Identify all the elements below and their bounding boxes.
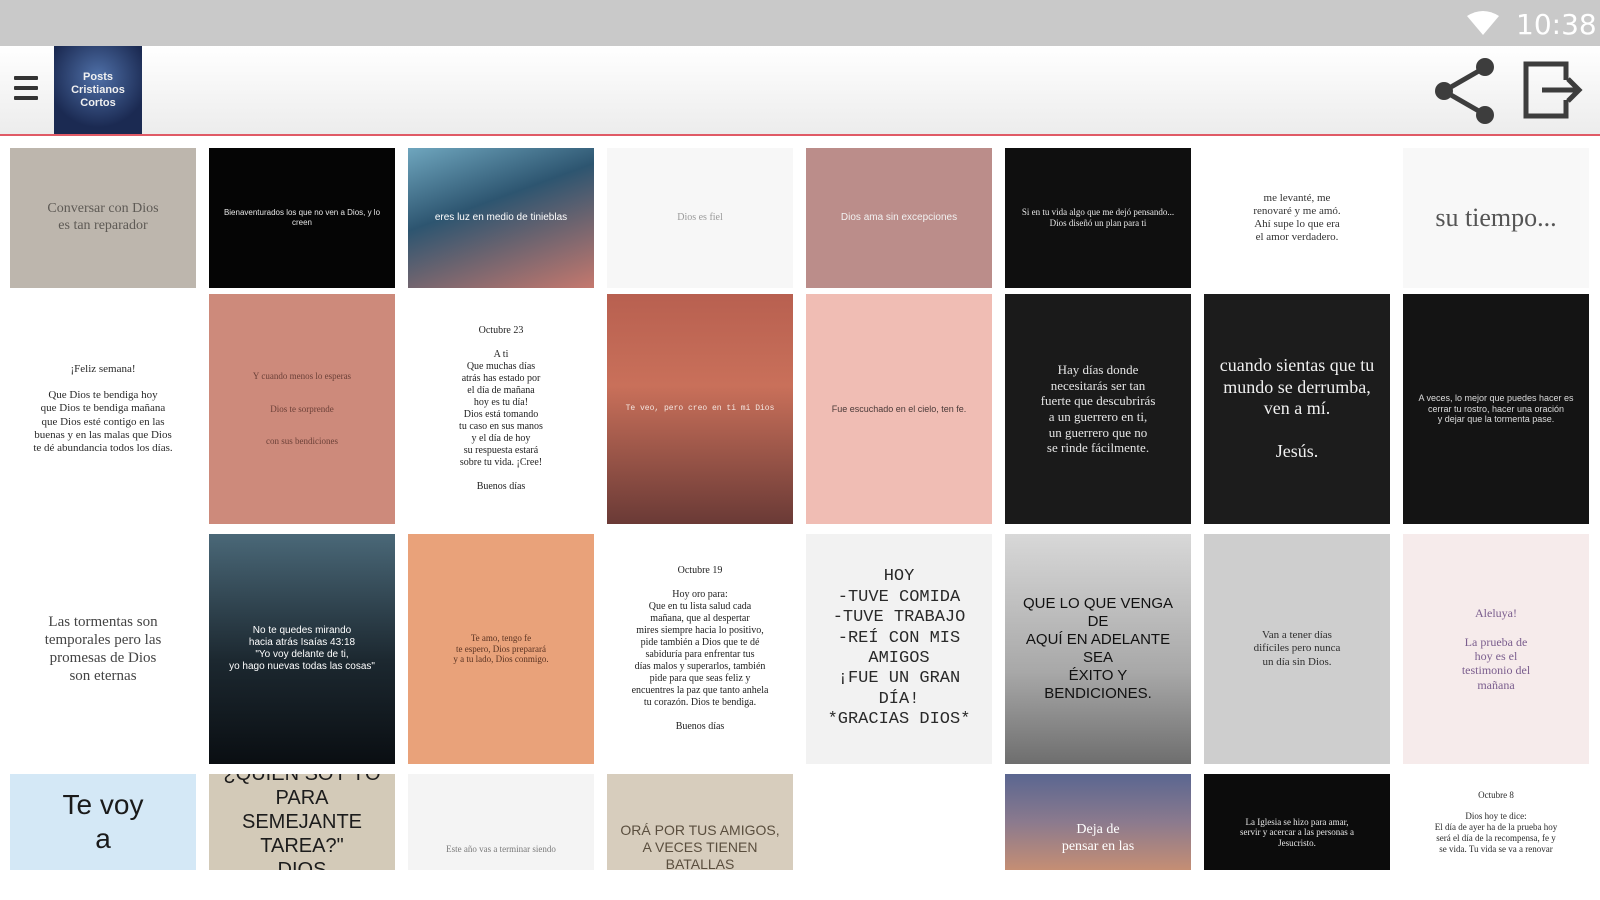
- post-text: Te veo, pero creo en ti mi Dios: [625, 404, 775, 414]
- post-image-tile[interactable]: Este año vas a terminar siendo: [408, 774, 594, 870]
- post-text: Fue escuchado en el cielo, ten fe.: [831, 403, 967, 414]
- post-text: Dios ama sin excepciones: [840, 212, 958, 223]
- post-text: Si en tu vida algo que me dejó pensando.…: [1021, 207, 1175, 228]
- wifi-icon: [1467, 11, 1499, 35]
- post-text: A veces, lo mejor que puedes hacer es ce…: [1418, 392, 1574, 425]
- post-image-tile[interactable]: Octubre 23 A ti Que muchas días atrás ha…: [408, 294, 594, 524]
- post-text: Deja de pensar en las: [1061, 822, 1135, 854]
- post-text: Este año vas a terminar siendo: [446, 843, 556, 854]
- post-image-tile[interactable]: La Iglesia se hizo para amar, servir y a…: [1204, 774, 1390, 870]
- post-image-tile[interactable]: Te amo, tengo fe te espero, Dios prepara…: [408, 534, 594, 764]
- post-text: su tiempo...: [1435, 203, 1557, 233]
- post-text: MOISÉS DIJO: ¿QUIÉN SOY YO PARA SEMEJANT…: [223, 774, 381, 870]
- post-image-tile[interactable]: No te quedes mirando hacia atrás Isaías …: [209, 534, 395, 764]
- post-text: Octubre 23 A ti Que muchas días atrás ha…: [459, 325, 543, 492]
- post-text: Aleluya! La prueba de hoy es el testimon…: [1461, 605, 1531, 692]
- post-image-tile[interactable]: MOISÉS DIJO: ¿QUIÉN SOY YO PARA SEMEJANT…: [209, 774, 395, 870]
- post-image-tile[interactable]: Van a tener días difíciles pero nunca un…: [1204, 534, 1390, 764]
- post-image-tile[interactable]: Bienaventurados los que no ven a Dios, y…: [209, 148, 395, 288]
- post-image-tile[interactable]: Te voy a: [10, 774, 196, 870]
- post-text: Las tormentas son temporales pero las pr…: [44, 614, 162, 684]
- post-text: Octubre 8 Dios hoy te dice: El día de ay…: [1434, 789, 1558, 854]
- post-image-tile[interactable]: Te veo, pero creo en ti mi Dios: [607, 294, 793, 524]
- hamburger-menu-icon[interactable]: [8, 66, 46, 112]
- post-image-tile[interactable]: Las tormentas son temporales pero las pr…: [10, 534, 196, 764]
- post-image-tile[interactable]: Dios ama sin excepciones: [806, 148, 992, 288]
- app-logo[interactable]: Posts Cristianos Cortos: [54, 46, 142, 134]
- post-text: [891, 816, 907, 828]
- post-text: QUE LO QUE VENGA DE AQUÍ EN ADELANTE SEA…: [1022, 595, 1174, 702]
- post-image-tile[interactable]: eres luz en medio de tinieblas: [408, 148, 594, 288]
- post-image-tile[interactable]: Octubre 8 Dios hoy te dice: El día de ay…: [1403, 774, 1589, 870]
- post-text: Te voy a: [62, 789, 144, 854]
- share-icon[interactable]: [1430, 56, 1500, 126]
- post-image-tile[interactable]: su tiempo...: [1403, 148, 1589, 288]
- post-image-tile[interactable]: Dios es fiel: [607, 148, 793, 288]
- status-time: 10:38: [1516, 8, 1597, 41]
- post-text: Bienaventurados los que no ven a Dios, y…: [223, 208, 381, 227]
- post-text: ORÁ POR TUS AMIGOS, A VECES TIENEN BATAL…: [620, 822, 780, 870]
- app-logo-text: Posts Cristianos Cortos: [71, 70, 125, 109]
- post-image-tile[interactable]: me levanté, me renovaré y me amó. Ahí su…: [1204, 148, 1390, 288]
- post-image-tile[interactable]: Si en tu vida algo que me dejó pensando.…: [1005, 148, 1191, 288]
- post-text: Octubre 19 Hoy oro para: Que en tu lista…: [631, 565, 769, 732]
- post-text: La Iglesia se hizo para amar, servir y a…: [1240, 816, 1354, 849]
- app-toolbar: Posts Cristianos Cortos: [0, 46, 1600, 136]
- post-image-tile[interactable]: Deja de pensar en las: [1005, 774, 1191, 870]
- post-text: Te amo, tengo fe te espero, Dios prepara…: [453, 632, 549, 665]
- post-image-tile[interactable]: Fue escuchado en el cielo, ten fe.: [806, 294, 992, 524]
- post-text: Y cuando menos lo esperas Dios te sorpre…: [252, 371, 352, 446]
- post-text: me levanté, me renovaré y me amó. Ahí su…: [1253, 191, 1341, 244]
- post-text: Conversar con Dios es tan reparador: [47, 201, 159, 233]
- post-text: Dios es fiel: [677, 212, 723, 223]
- post-image-tile[interactable]: HOY -TUVE COMIDA -TUVE TRABAJO -REÍ CON …: [806, 534, 992, 764]
- post-image-tile[interactable]: cuando sientas que tu mundo se derrumba,…: [1204, 294, 1390, 524]
- exit-icon[interactable]: [1522, 58, 1584, 122]
- post-image-tile[interactable]: ORÁ POR TUS AMIGOS, A VECES TIENEN BATAL…: [607, 774, 793, 870]
- post-image-tile[interactable]: QUE LO QUE VENGA DE AQUÍ EN ADELANTE SEA…: [1005, 534, 1191, 764]
- post-text: HOY -TUVE COMIDA -TUVE TRABAJO -REÍ CON …: [827, 567, 971, 730]
- status-bar: 10:38: [0, 0, 1600, 46]
- post-image-tile[interactable]: Conversar con Dios es tan reparador: [10, 148, 196, 288]
- post-image-tile[interactable]: Hay días donde necesitarás ser tan fuert…: [1005, 294, 1191, 524]
- post-text: Van a tener días difíciles pero nunca un…: [1253, 629, 1341, 668]
- post-text: ¡Feliz semana! Que Dios te bendiga hoy q…: [33, 362, 173, 454]
- post-image-tile[interactable]: A veces, lo mejor que puedes hacer es ce…: [1403, 294, 1589, 524]
- post-text: eres luz en medio de tinieblas: [434, 212, 568, 223]
- post-text: No te quedes mirando hacia atrás Isaías …: [229, 625, 375, 672]
- post-image-tile[interactable]: ¡Feliz semana! Que Dios te bendiga hoy q…: [10, 294, 196, 524]
- post-image-tile[interactable]: [806, 774, 992, 870]
- post-text: Hay días donde necesitarás ser tan fuert…: [1040, 362, 1156, 456]
- post-image-tile[interactable]: Y cuando menos lo esperas Dios te sorpre…: [209, 294, 395, 524]
- post-text: cuando sientas que tu mundo se derrumba,…: [1219, 355, 1375, 462]
- post-image-tile[interactable]: Octubre 19 Hoy oro para: Que en tu lista…: [607, 534, 793, 764]
- post-image-tile[interactable]: Aleluya! La prueba de hoy es el testimon…: [1403, 534, 1589, 764]
